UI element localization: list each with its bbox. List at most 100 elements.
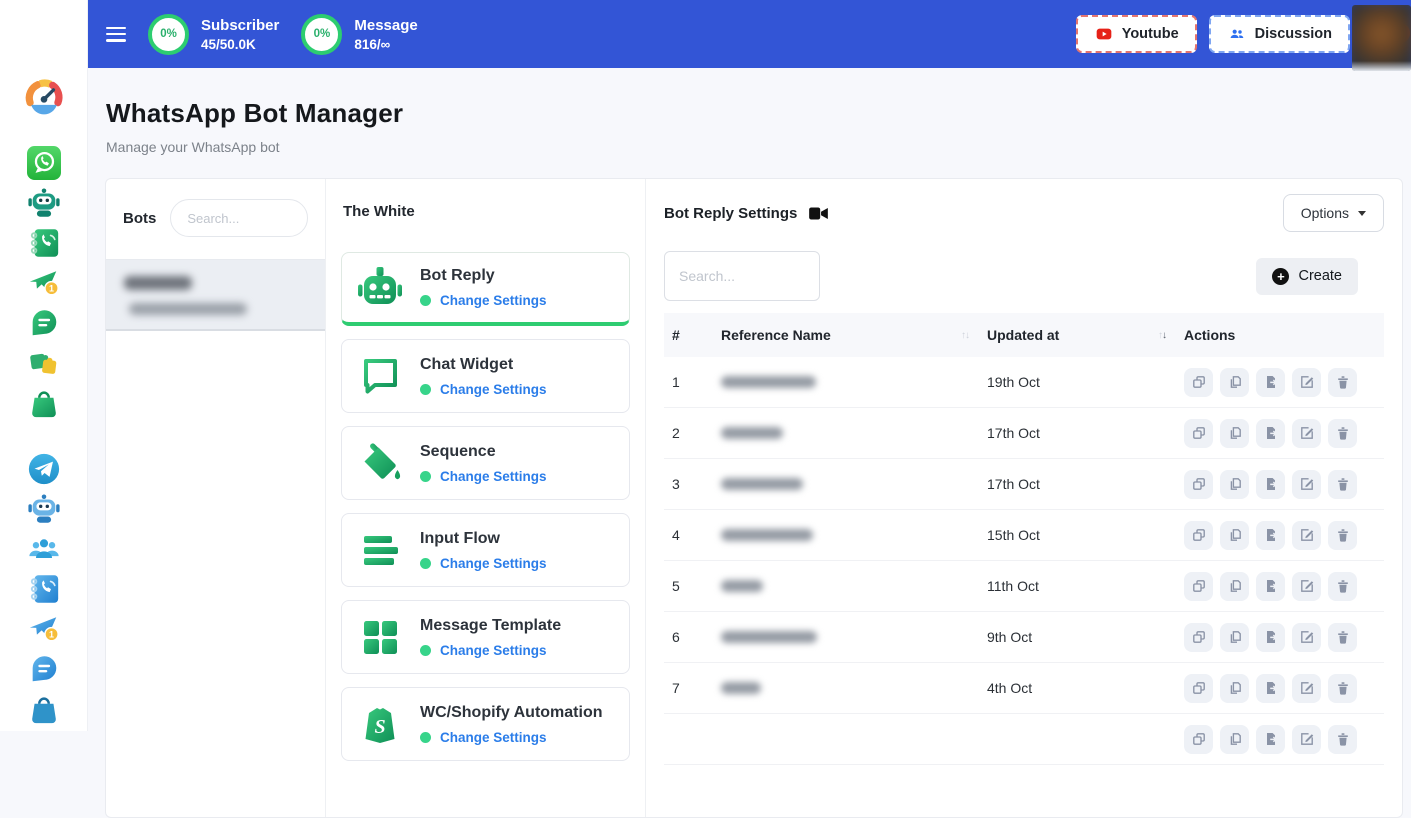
row-updated-at: 11th Oct xyxy=(979,578,1176,594)
whatsapp-broadcast-icon[interactable]: 1 xyxy=(27,266,61,300)
row-updated-at: 9th Oct xyxy=(979,629,1176,645)
export-button[interactable] xyxy=(1256,470,1285,499)
export-button[interactable] xyxy=(1256,419,1285,448)
whatsapp-shop-icon[interactable] xyxy=(27,386,61,420)
row-index: 1 xyxy=(664,374,713,390)
menu-item-input-flow[interactable]: Input Flow Change Settings xyxy=(341,513,630,587)
whatsapp-live-chat-icon[interactable] xyxy=(27,306,61,340)
sort-icon[interactable]: ↑↓ xyxy=(1158,330,1166,341)
message-value: 816/∞ xyxy=(354,37,417,52)
whatsapp-bot-icon[interactable] xyxy=(27,186,61,220)
shopify-bag-icon: S xyxy=(356,700,404,748)
change-settings-link[interactable]: Change Settings xyxy=(440,556,547,571)
youtube-button[interactable]: Youtube xyxy=(1076,15,1197,53)
edit-button[interactable] xyxy=(1292,368,1321,397)
table-row: 4 15th Oct xyxy=(664,510,1384,561)
copy-button[interactable] xyxy=(1220,623,1249,652)
redacted-reference-name xyxy=(721,631,817,643)
menu-item-title: Message Template xyxy=(420,617,561,635)
whatsapp-icon[interactable] xyxy=(27,146,61,180)
menu-toggle-icon[interactable] xyxy=(106,27,126,42)
copy-button[interactable] xyxy=(1220,725,1249,754)
delete-button[interactable] xyxy=(1328,419,1357,448)
bots-panel-title: Bots xyxy=(123,210,156,227)
col-header-reference-name[interactable]: Reference Name ↑↓ xyxy=(713,327,979,343)
change-settings-link[interactable]: Change Settings xyxy=(440,643,547,658)
copy-button[interactable] xyxy=(1220,674,1249,703)
clone-button[interactable] xyxy=(1184,419,1213,448)
export-button[interactable] xyxy=(1256,368,1285,397)
clone-button[interactable] xyxy=(1184,623,1213,652)
delete-button[interactable] xyxy=(1328,368,1357,397)
edit-button[interactable] xyxy=(1292,521,1321,550)
clone-button[interactable] xyxy=(1184,470,1213,499)
export-button[interactable] xyxy=(1256,674,1285,703)
menu-item-message-template[interactable]: Message Template Change Settings xyxy=(341,600,630,674)
telegram-live-chat-icon[interactable] xyxy=(27,652,61,686)
telegram-shop-icon[interactable] xyxy=(27,692,61,726)
edit-button[interactable] xyxy=(1292,419,1321,448)
menu-item-sequence[interactable]: Sequence Change Settings xyxy=(341,426,630,500)
status-dot xyxy=(420,645,431,656)
table-row: 2 17th Oct xyxy=(664,408,1384,459)
clone-button[interactable] xyxy=(1184,725,1213,754)
create-button[interactable]: + Create xyxy=(1256,258,1358,295)
export-button[interactable] xyxy=(1256,521,1285,550)
delete-button[interactable] xyxy=(1328,572,1357,601)
delete-button[interactable] xyxy=(1328,674,1357,703)
copy-button[interactable] xyxy=(1220,470,1249,499)
bots-search-input[interactable] xyxy=(170,199,308,237)
redacted-reference-name xyxy=(721,580,763,592)
dashboard-logo-icon[interactable] xyxy=(24,76,64,116)
copy-button[interactable] xyxy=(1220,521,1249,550)
discussion-button[interactable]: Discussion xyxy=(1209,15,1350,53)
export-button[interactable] xyxy=(1256,572,1285,601)
telegram-broadcast-icon[interactable]: 1 xyxy=(27,612,61,646)
copy-button[interactable] xyxy=(1220,419,1249,448)
menu-item-title: Input Flow xyxy=(420,530,547,548)
bot-list-item-selected[interactable] xyxy=(106,259,325,331)
status-dot xyxy=(420,295,431,306)
bots-panel: Bots xyxy=(106,179,326,817)
edit-button[interactable] xyxy=(1292,572,1321,601)
delete-button[interactable] xyxy=(1328,470,1357,499)
user-avatar[interactable] xyxy=(1352,5,1411,71)
telegram-icon[interactable] xyxy=(27,452,61,486)
redacted-reference-name xyxy=(721,682,761,694)
row-index: 6 xyxy=(664,629,713,645)
telegram-groups-icon[interactable] xyxy=(27,532,61,566)
telegram-bot-icon[interactable] xyxy=(27,492,61,526)
delete-button[interactable] xyxy=(1328,623,1357,652)
change-settings-link[interactable]: Change Settings xyxy=(440,382,547,397)
change-settings-link[interactable]: Change Settings xyxy=(440,293,547,308)
delete-button[interactable] xyxy=(1328,521,1357,550)
edit-button[interactable] xyxy=(1292,623,1321,652)
export-button[interactable] xyxy=(1256,623,1285,652)
delete-button[interactable] xyxy=(1328,725,1357,754)
integrations-icon[interactable] xyxy=(27,346,61,380)
sort-icon[interactable]: ↑↓ xyxy=(961,330,969,341)
edit-button[interactable] xyxy=(1292,725,1321,754)
clone-button[interactable] xyxy=(1184,674,1213,703)
change-settings-link[interactable]: Change Settings xyxy=(440,730,547,745)
video-tutorial-icon[interactable] xyxy=(808,205,829,222)
edit-button[interactable] xyxy=(1292,674,1321,703)
menu-item-chat-widget[interactable]: Chat Widget Change Settings xyxy=(341,339,630,413)
clone-button[interactable] xyxy=(1184,521,1213,550)
menu-item-bot-reply[interactable]: Bot Reply Change Settings xyxy=(341,252,630,326)
whatsapp-contacts-icon[interactable] xyxy=(27,226,61,260)
menu-item-wc-shopify[interactable]: S WC/Shopify Automation Change Settings xyxy=(341,687,630,761)
options-button[interactable]: Options xyxy=(1283,194,1384,232)
export-button[interactable] xyxy=(1256,725,1285,754)
menu-item-title: Bot Reply xyxy=(420,267,547,285)
message-template-grid-icon xyxy=(356,613,404,661)
clone-button[interactable] xyxy=(1184,368,1213,397)
telegram-contacts-icon[interactable] xyxy=(27,572,61,606)
change-settings-link[interactable]: Change Settings xyxy=(440,469,547,484)
table-search-input[interactable] xyxy=(664,251,820,301)
copy-button[interactable] xyxy=(1220,572,1249,601)
copy-button[interactable] xyxy=(1220,368,1249,397)
clone-button[interactable] xyxy=(1184,572,1213,601)
col-header-updated-at[interactable]: Updated at ↑↓ xyxy=(979,327,1176,343)
edit-button[interactable] xyxy=(1292,470,1321,499)
